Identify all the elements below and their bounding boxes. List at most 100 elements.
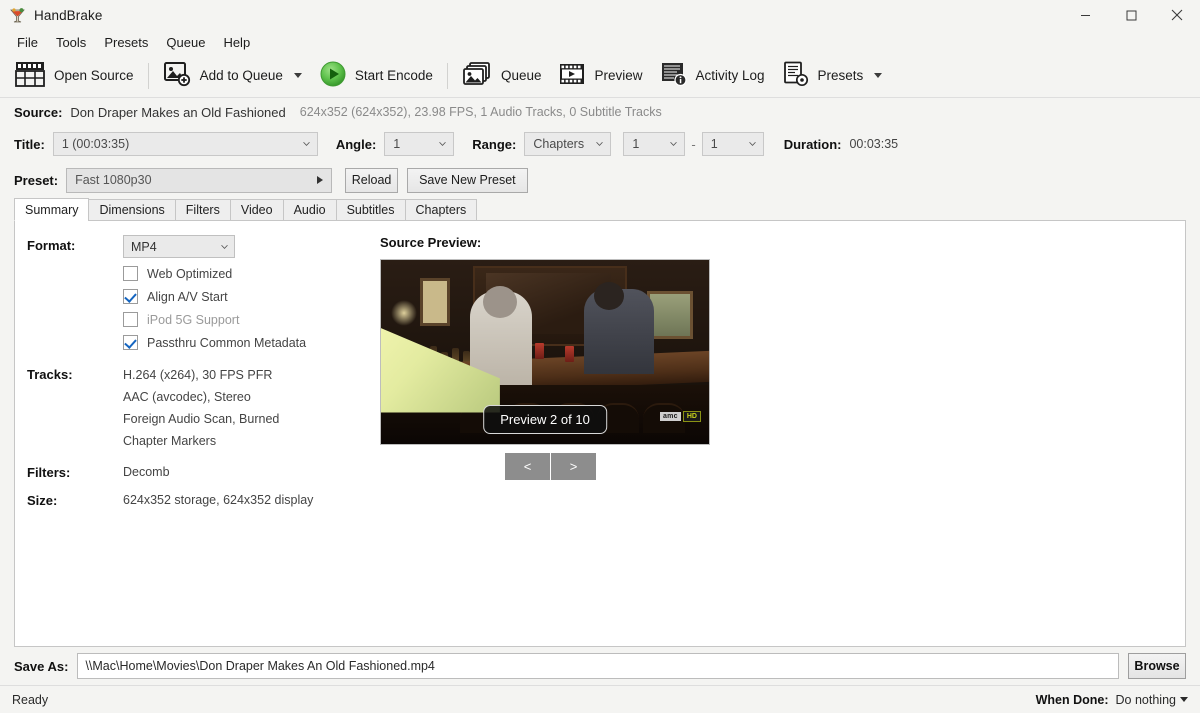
preset-dropdown[interactable]: Fast 1080p30 xyxy=(66,167,333,193)
maximize-icon[interactable] xyxy=(1108,0,1154,30)
start-encode-label: Start Encode xyxy=(354,68,433,83)
angle-select[interactable]: 1 xyxy=(384,132,455,156)
format-options-list: Web Optimized Align A/V Start iPod 5G Su… xyxy=(123,262,380,354)
menu-tools[interactable]: Tools xyxy=(47,32,95,53)
browse-button[interactable]: Browse xyxy=(1128,653,1186,679)
title-bar-left: HandBrake xyxy=(0,7,102,24)
window-controls xyxy=(1062,0,1200,30)
chapter-end-value: 1 xyxy=(710,137,718,151)
summary-tab-panel: Format: MP4 Web Optimized Align A/V Star… xyxy=(14,220,1186,647)
menu-file[interactable]: File xyxy=(8,32,47,53)
chevron-down-icon xyxy=(670,141,678,147)
presets-gear-icon xyxy=(783,61,809,90)
film-strip-play-icon xyxy=(559,62,585,89)
chevron-down-icon[interactable] xyxy=(874,73,883,78)
tab-audio[interactable]: Audio xyxy=(282,199,337,221)
filters-value: Decomb xyxy=(123,465,170,479)
preview-label: Preview xyxy=(594,68,643,83)
preview-button[interactable]: Preview xyxy=(550,57,651,95)
tab-subtitles[interactable]: Subtitles xyxy=(335,199,406,221)
size-row: Size: 624x352 storage, 624x352 display xyxy=(27,490,380,508)
chapter-start-select[interactable]: 1 xyxy=(623,132,686,156)
add-to-queue-icon xyxy=(163,61,191,90)
chevron-down-icon[interactable] xyxy=(293,73,302,78)
presets-button[interactable]: Presets xyxy=(774,57,892,95)
film-clapper-icon xyxy=(15,61,45,90)
queue-label: Queue xyxy=(500,68,542,83)
queue-stack-icon xyxy=(462,61,492,90)
align-av-start-option[interactable]: Align A/V Start xyxy=(123,285,380,308)
preview-next-button[interactable]: > xyxy=(551,453,596,480)
green-play-icon xyxy=(320,61,346,90)
amc-hd-watermark: amc HD xyxy=(659,411,701,422)
menu-help[interactable]: Help xyxy=(214,32,259,53)
hd-watermark-text: HD xyxy=(682,411,701,422)
title-angle-range-row: Title: 1 (00:03:35) Angle: 1 Range: Chap… xyxy=(0,126,1200,162)
queue-button[interactable]: Queue xyxy=(453,57,551,95)
open-source-label: Open Source xyxy=(54,68,134,83)
presets-label: Presets xyxy=(817,68,864,83)
web-optimized-checkbox[interactable] xyxy=(123,266,138,281)
save-as-input[interactable]: \\Mac\Home\Movies\Don Draper Makes An Ol… xyxy=(77,653,1119,679)
align-av-start-checkbox[interactable] xyxy=(123,289,138,304)
add-to-queue-button[interactable]: Add to Queue xyxy=(154,57,311,95)
save-new-preset-button[interactable]: Save New Preset xyxy=(407,167,528,193)
filters-row: Filters: Decomb xyxy=(27,462,380,480)
window-title: HandBrake xyxy=(34,7,103,23)
source-meta: 624x352 (624x352), 23.98 FPS, 1 Audio Tr… xyxy=(299,105,662,119)
open-source-button[interactable]: Open Source xyxy=(6,57,143,95)
track-line: AAC (avcodec), Stereo xyxy=(123,390,251,404)
format-select-value: MP4 xyxy=(131,239,157,254)
ipod-5g-support-checkbox[interactable] xyxy=(123,312,138,327)
track-line: Chapter Markers xyxy=(123,434,217,448)
tab-summary[interactable]: Summary xyxy=(14,198,90,221)
reload-preset-button[interactable]: Reload xyxy=(345,167,399,193)
status-bar: Ready When Done: Do nothing xyxy=(0,685,1200,713)
tab-filters[interactable]: Filters xyxy=(174,199,231,221)
format-select[interactable]: MP4 xyxy=(123,235,235,258)
amc-watermark-text: amc xyxy=(659,412,681,421)
menu-queue[interactable]: Queue xyxy=(157,32,214,53)
close-icon[interactable] xyxy=(1154,0,1200,30)
chevron-down-icon xyxy=(221,244,228,249)
start-encode-button[interactable]: Start Encode xyxy=(311,57,442,95)
source-label: Source: xyxy=(14,104,63,120)
duration-label: Duration: xyxy=(783,136,842,152)
main-toolbar: Open Source Add to Queue Start Encode Qu… xyxy=(0,54,1200,98)
tab-video[interactable]: Video xyxy=(229,199,284,221)
preset-row: Preset: Fast 1080p30 Reload Save New Pre… xyxy=(0,162,1200,198)
menu-presets[interactable]: Presets xyxy=(95,32,157,53)
when-done-label: When Done: xyxy=(1035,692,1109,707)
save-as-row: Save As: \\Mac\Home\Movies\Don Draper Ma… xyxy=(0,647,1200,685)
size-label: Size: xyxy=(27,493,58,508)
handbrake-cocktail-icon xyxy=(9,7,26,24)
tab-dimensions[interactable]: Dimensions xyxy=(88,199,176,221)
ipod-5g-support-option[interactable]: iPod 5G Support xyxy=(123,308,380,331)
activity-log-button[interactable]: Activity Log xyxy=(652,57,774,95)
chevron-down-icon xyxy=(1180,697,1188,702)
toolbar-separator-1 xyxy=(147,62,149,89)
align-av-start-label: Align A/V Start xyxy=(147,289,228,304)
chevron-down-icon xyxy=(596,141,604,147)
when-done-value: Do nothing xyxy=(1115,692,1176,707)
passthru-metadata-option[interactable]: Passthru Common Metadata xyxy=(123,331,380,354)
minimize-icon[interactable] xyxy=(1062,0,1108,30)
web-optimized-option[interactable]: Web Optimized xyxy=(123,262,380,285)
preset-value: Fast 1080p30 xyxy=(75,173,152,187)
duration-value: 00:03:35 xyxy=(849,137,899,151)
passthru-metadata-label: Passthru Common Metadata xyxy=(147,335,307,350)
track-line: Foreign Audio Scan, Burned xyxy=(123,412,280,426)
chapter-end-select[interactable]: 1 xyxy=(701,132,764,156)
range-select[interactable]: Chapters xyxy=(524,132,612,156)
passthru-metadata-checkbox[interactable] xyxy=(123,335,138,350)
tab-chapters[interactable]: Chapters xyxy=(404,199,478,221)
summary-right-column: Source Preview: amc HD Preview 2 of 10 <… xyxy=(380,235,1185,646)
preview-prev-button[interactable]: < xyxy=(505,453,550,480)
tracks-list: H.264 (x264), 30 FPS PFR AAC (avcodec), … xyxy=(123,364,279,452)
chapter-range-separator: - xyxy=(691,136,696,152)
title-select[interactable]: 1 (00:03:35) xyxy=(52,132,318,156)
when-done-dropdown[interactable]: Do nothing xyxy=(1116,693,1188,707)
source-preview-image[interactable]: amc HD Preview 2 of 10 xyxy=(380,259,710,445)
chevron-down-icon xyxy=(439,141,447,147)
